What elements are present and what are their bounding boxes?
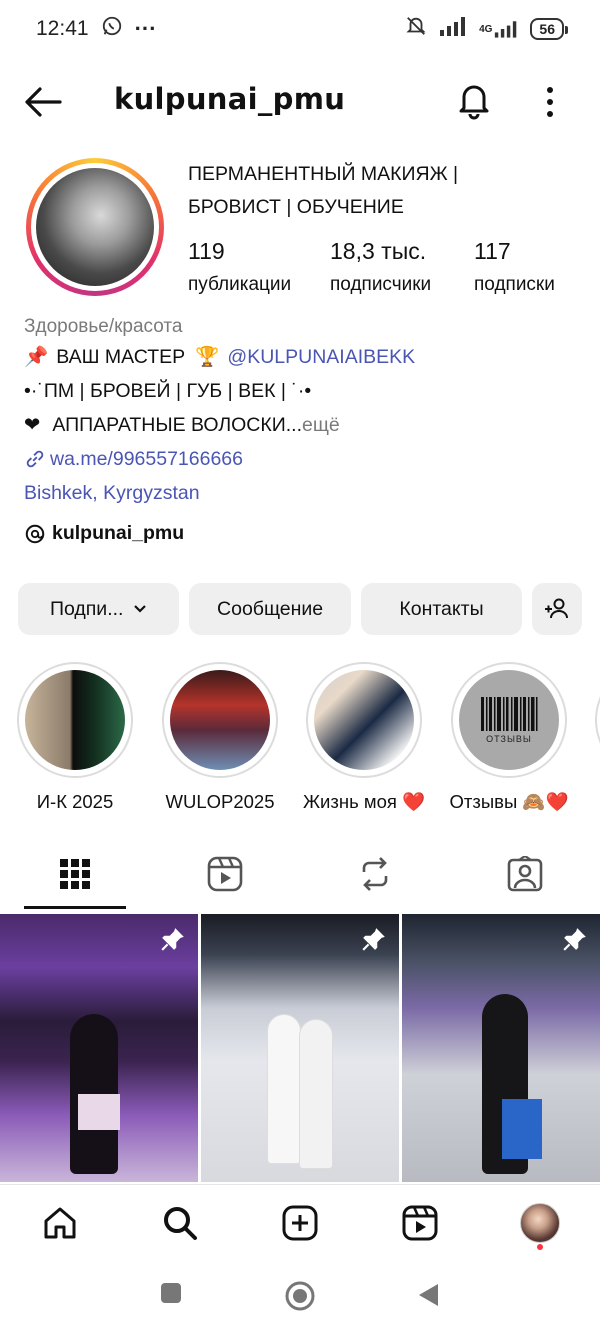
profile-stats: 119 публикации 18,3 тыс. подписчики 117 …: [188, 236, 574, 300]
highlight-cover: [314, 670, 414, 770]
signal-icon: [439, 16, 467, 42]
bio-line-1: 📌 ВАШ МАСТЕР 🏆 @KULPUNAIAIBEKK: [24, 345, 416, 369]
repost-icon: [362, 857, 388, 891]
home-icon[interactable]: [40, 1203, 80, 1243]
tab-reposts[interactable]: [325, 838, 425, 910]
profile-header: kulpunai_pmu: [0, 68, 600, 134]
stat-following[interactable]: 117 подписки: [474, 236, 574, 300]
profile-actions: Подпи... Сообщение Контакты: [18, 583, 582, 635]
add-person-icon: [545, 598, 569, 619]
pinned-icon: [160, 926, 186, 957]
threads-icon: [24, 523, 46, 545]
stat-value: 119: [188, 238, 225, 264]
add-person-button[interactable]: [532, 583, 582, 635]
profile-nav-avatar[interactable]: [520, 1203, 560, 1243]
highlight-item[interactable]: [594, 662, 600, 778]
heart-emoji: ❤: [24, 414, 41, 436]
profile-avatar[interactable]: [26, 158, 164, 296]
bottom-navigation: [0, 1184, 600, 1262]
profile-category: Здоровье/красота: [24, 316, 183, 337]
highlight-cover: ОТЗЫВЫ: [459, 670, 559, 770]
trophy-emoji: 🏆: [195, 346, 220, 368]
home-circle-icon[interactable]: [284, 1280, 316, 1317]
avatar-photo: [36, 168, 154, 286]
stat-value: 117: [474, 238, 511, 264]
stat-label: подписки: [474, 274, 555, 295]
post-thumbnail[interactable]: [201, 914, 399, 1182]
bell-icon[interactable]: [456, 80, 492, 120]
threads-username: kulpunai_pmu: [52, 522, 185, 544]
reels-icon: [207, 856, 243, 892]
stat-label: подписчики: [330, 274, 432, 295]
highlight-item[interactable]: WULOP2025: [161, 662, 279, 812]
profile-bio: Здоровье/красота 📌 ВАШ МАСТЕР 🏆 @KULPUNA…: [24, 314, 584, 510]
highlight-item[interactable]: И-К 2025: [16, 662, 134, 812]
contacts-button[interactable]: Контакты: [360, 583, 523, 635]
system-navigation: [0, 1262, 600, 1332]
reels-nav-icon[interactable]: [400, 1203, 440, 1243]
stat-value: 18,3 тыс.: [330, 238, 427, 264]
notification-dot: [537, 1244, 543, 1250]
highlight-cover: [170, 670, 270, 770]
signal-4g-icon: 4G: [479, 19, 518, 39]
pinned-icon: [562, 926, 588, 957]
bio-more-link[interactable]: ещё: [302, 414, 340, 437]
bio-mention-link[interactable]: @KULPUNAIAIBEKK: [227, 346, 415, 369]
profile-tabs: [0, 838, 600, 910]
threads-badge[interactable]: kulpunai_pmu: [24, 522, 184, 545]
barcode-icon: [481, 696, 538, 731]
highlight-cover: [25, 670, 125, 770]
tab-posts-grid[interactable]: [25, 838, 125, 910]
pin-emoji: 📌: [24, 346, 49, 368]
tab-reels[interactable]: [175, 838, 275, 910]
bio-website[interactable]: wa.me/996557166666: [24, 442, 584, 476]
bio-line-3: ❤ АППАРАТНЫЕ ВОЛОСКИ... ещё: [24, 413, 340, 437]
highlight-item[interactable]: ОТЗЫВЫ Отзывы 🙈❤️: [449, 662, 569, 812]
profile-username: kulpunai_pmu: [114, 82, 346, 116]
tab-tagged[interactable]: [475, 838, 575, 910]
status-bar: 12:41 ··· 4G 56: [0, 0, 600, 58]
stat-posts[interactable]: 119 публикации: [188, 236, 330, 300]
active-tab-indicator: [24, 906, 126, 909]
pinned-icon: [361, 926, 387, 957]
highlight-label: Жизнь моя ❤️: [302, 791, 426, 812]
link-icon: [24, 448, 46, 470]
following-button[interactable]: Подпи...: [18, 583, 180, 635]
location-link[interactable]: Bishkek, Kyrgyzstan: [24, 476, 584, 510]
stat-followers[interactable]: 18,3 тыс. подписчики: [330, 236, 474, 300]
highlight-badge: ОТЗЫВЫ: [486, 733, 532, 744]
highlight-label: Отзывы 🙈❤️: [449, 791, 569, 812]
story-highlights: И-К 2025 WULOP2025 Жизнь моя ❤️ ОТЗЫВЫ О…: [0, 662, 600, 812]
clock: 12:41: [36, 17, 89, 40]
back-arrow-icon[interactable]: [22, 82, 64, 122]
post-thumbnail[interactable]: [0, 914, 198, 1182]
posts-grid: [0, 914, 600, 1182]
highlight-label: WULOP2025: [165, 791, 275, 812]
mute-bell-icon: [405, 14, 427, 44]
chevron-down-icon: [133, 604, 147, 614]
stat-label: публикации: [188, 274, 292, 295]
more-options-icon[interactable]: [538, 82, 562, 122]
back-triangle-icon[interactable]: [416, 1282, 440, 1313]
search-icon[interactable]: [160, 1203, 200, 1243]
profile-name: ПЕРМАНЕНТНЫЙ МАКИЯЖ | БРОВИСТ | ОБУЧЕНИЕ: [188, 163, 459, 218]
battery-indicator: 56: [530, 18, 568, 40]
notification-dots: ···: [134, 16, 157, 41]
highlight-label: И-К 2025: [36, 791, 114, 812]
bio-line-2: •·˙ПМ | БРОВЕЙ | ГУБ | ВЕК | ˙·•: [24, 379, 312, 402]
recents-icon[interactable]: [160, 1282, 182, 1309]
grid-icon: [60, 859, 90, 889]
website-link[interactable]: wa.me/996557166666: [50, 448, 243, 471]
highlight-item[interactable]: Жизнь моя ❤️: [302, 662, 426, 812]
post-thumbnail[interactable]: [402, 914, 600, 1182]
tagged-person-icon: [507, 856, 543, 892]
create-post-icon[interactable]: [280, 1203, 320, 1243]
message-button[interactable]: Сообщение: [189, 583, 351, 635]
whatsapp-icon: [101, 15, 123, 43]
